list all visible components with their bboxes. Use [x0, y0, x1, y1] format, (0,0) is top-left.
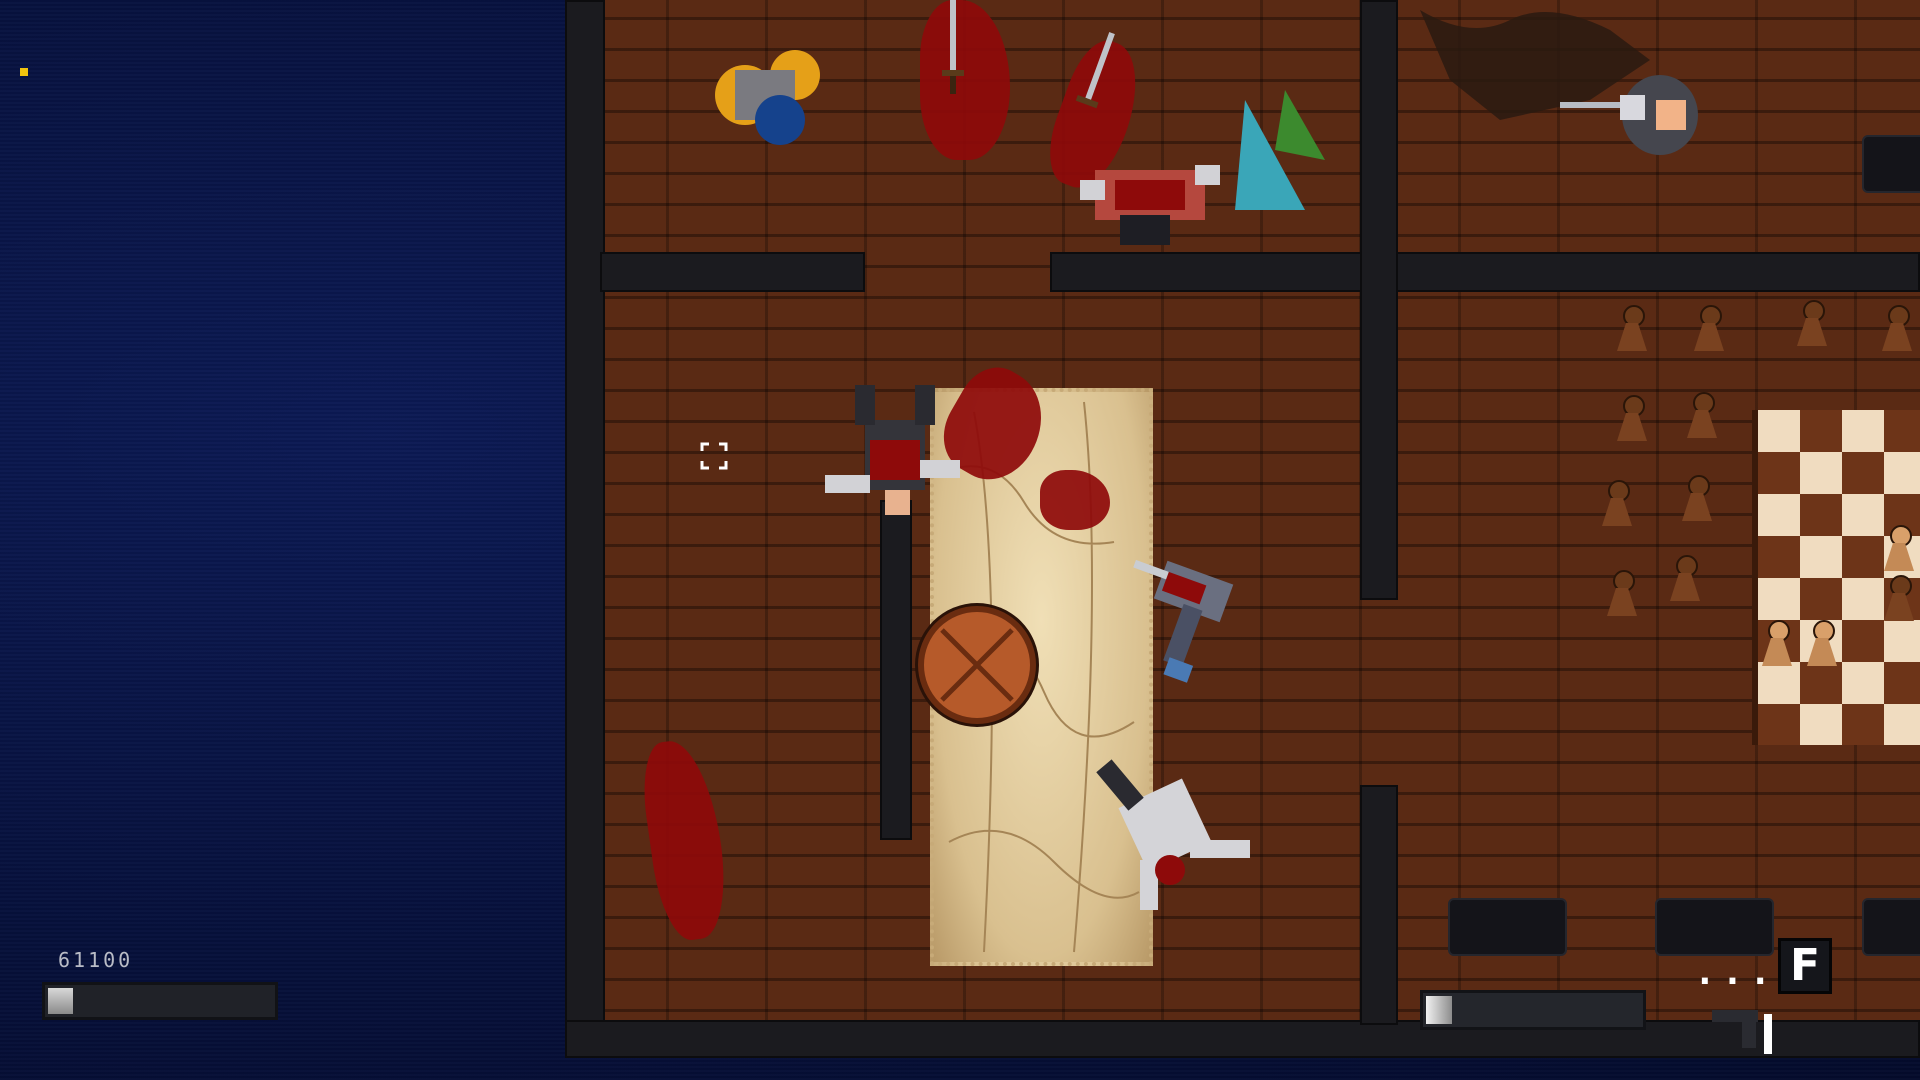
dead-enemy — [1080, 165, 1220, 245]
chess-piece — [1668, 555, 1702, 603]
chess-piece — [1685, 392, 1719, 440]
beach-ball — [715, 50, 820, 145]
sword-weapon — [942, 0, 964, 94]
lamp — [1235, 90, 1325, 210]
chess-piece — [1805, 620, 1839, 668]
wall — [565, 0, 605, 1055]
chess-piece — [1600, 480, 1634, 528]
floor-pad — [1655, 898, 1774, 956]
chess-piece — [1880, 305, 1914, 353]
chess-piece — [1615, 305, 1649, 353]
ammo-bar-fill — [1426, 996, 1452, 1024]
health-bar — [42, 982, 278, 1020]
score-counter: 61100 — [58, 948, 134, 972]
wall — [880, 500, 912, 840]
dead-enemy — [1096, 759, 1250, 910]
wall — [1050, 252, 1920, 292]
floor-pad — [1862, 135, 1920, 193]
floor-pad — [1448, 898, 1567, 956]
ammo-ellipsis: ... — [1694, 952, 1778, 993]
chess-piece — [1615, 395, 1649, 443]
pistol-icon — [1712, 1010, 1772, 1054]
health-bar-fill — [48, 988, 73, 1014]
chess-piece — [1795, 300, 1829, 348]
chess-piece — [1882, 525, 1916, 573]
interact-key-hint: F — [1778, 938, 1832, 994]
crosshair-icon — [700, 442, 728, 470]
dead-enemy — [825, 385, 960, 515]
floor-pad — [1862, 898, 1920, 956]
wall — [600, 252, 865, 292]
chess-piece — [1692, 305, 1726, 353]
player-marker-icon — [20, 68, 28, 76]
chess-piece — [1882, 575, 1916, 623]
chess-piece — [1760, 620, 1794, 668]
chess-piece — [1605, 570, 1639, 618]
ammo-bar — [1420, 990, 1646, 1030]
chess-piece — [1680, 475, 1714, 523]
wall — [1360, 0, 1398, 600]
wall — [1360, 785, 1398, 1025]
player-character — [1560, 75, 1698, 155]
round-table — [915, 603, 1039, 727]
